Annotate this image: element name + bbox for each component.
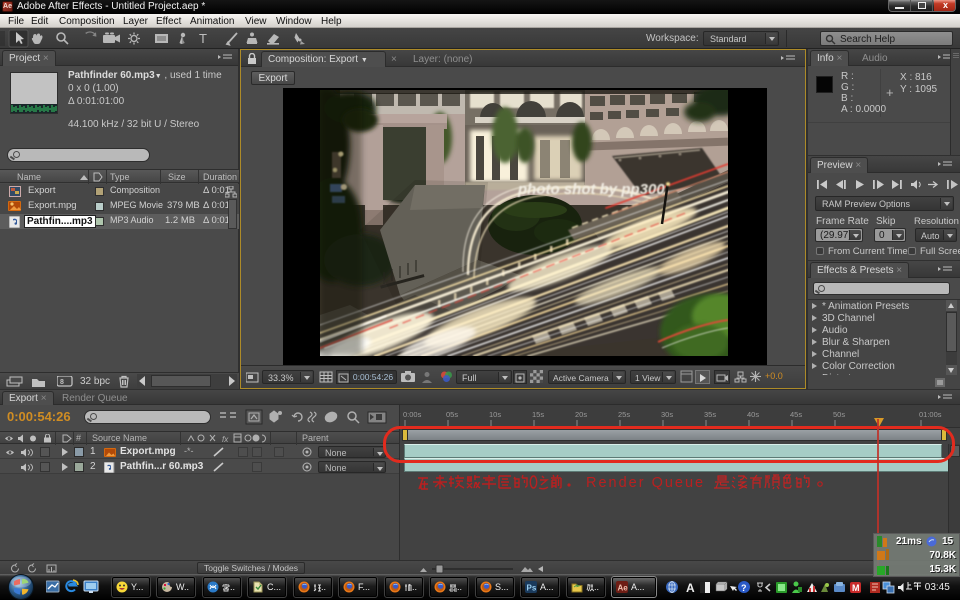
svg-text:photo shot by pp300: photo shot by pp300 — [517, 181, 665, 198]
svg-text:20s: 20s — [575, 410, 587, 419]
svg-text:40s: 40s — [747, 410, 759, 419]
svg-text:15s: 15s — [532, 410, 544, 419]
svg-text:30s: 30s — [661, 410, 673, 419]
svg-text:05s: 05s — [446, 410, 458, 419]
svg-text:8: 8 — [60, 379, 64, 386]
svg-text:M: M — [852, 583, 860, 593]
svg-text:25s: 25s — [618, 410, 630, 419]
svg-text:45s: 45s — [790, 410, 802, 419]
svg-text:fx: fx — [222, 435, 229, 444]
svg-text:?: ? — [741, 583, 747, 593]
svg-text:01:00s: 01:00s — [919, 410, 942, 419]
svg-text:A: A — [686, 581, 695, 595]
svg-text:0:00s: 0:00s — [403, 410, 422, 419]
svg-text:10s: 10s — [489, 410, 501, 419]
svg-text:Ae: Ae — [618, 584, 629, 593]
svg-text:T: T — [199, 31, 207, 46]
svg-text:Ps: Ps — [527, 584, 537, 593]
svg-text:50s: 50s — [833, 410, 845, 419]
svg-text:35s: 35s — [704, 410, 716, 419]
